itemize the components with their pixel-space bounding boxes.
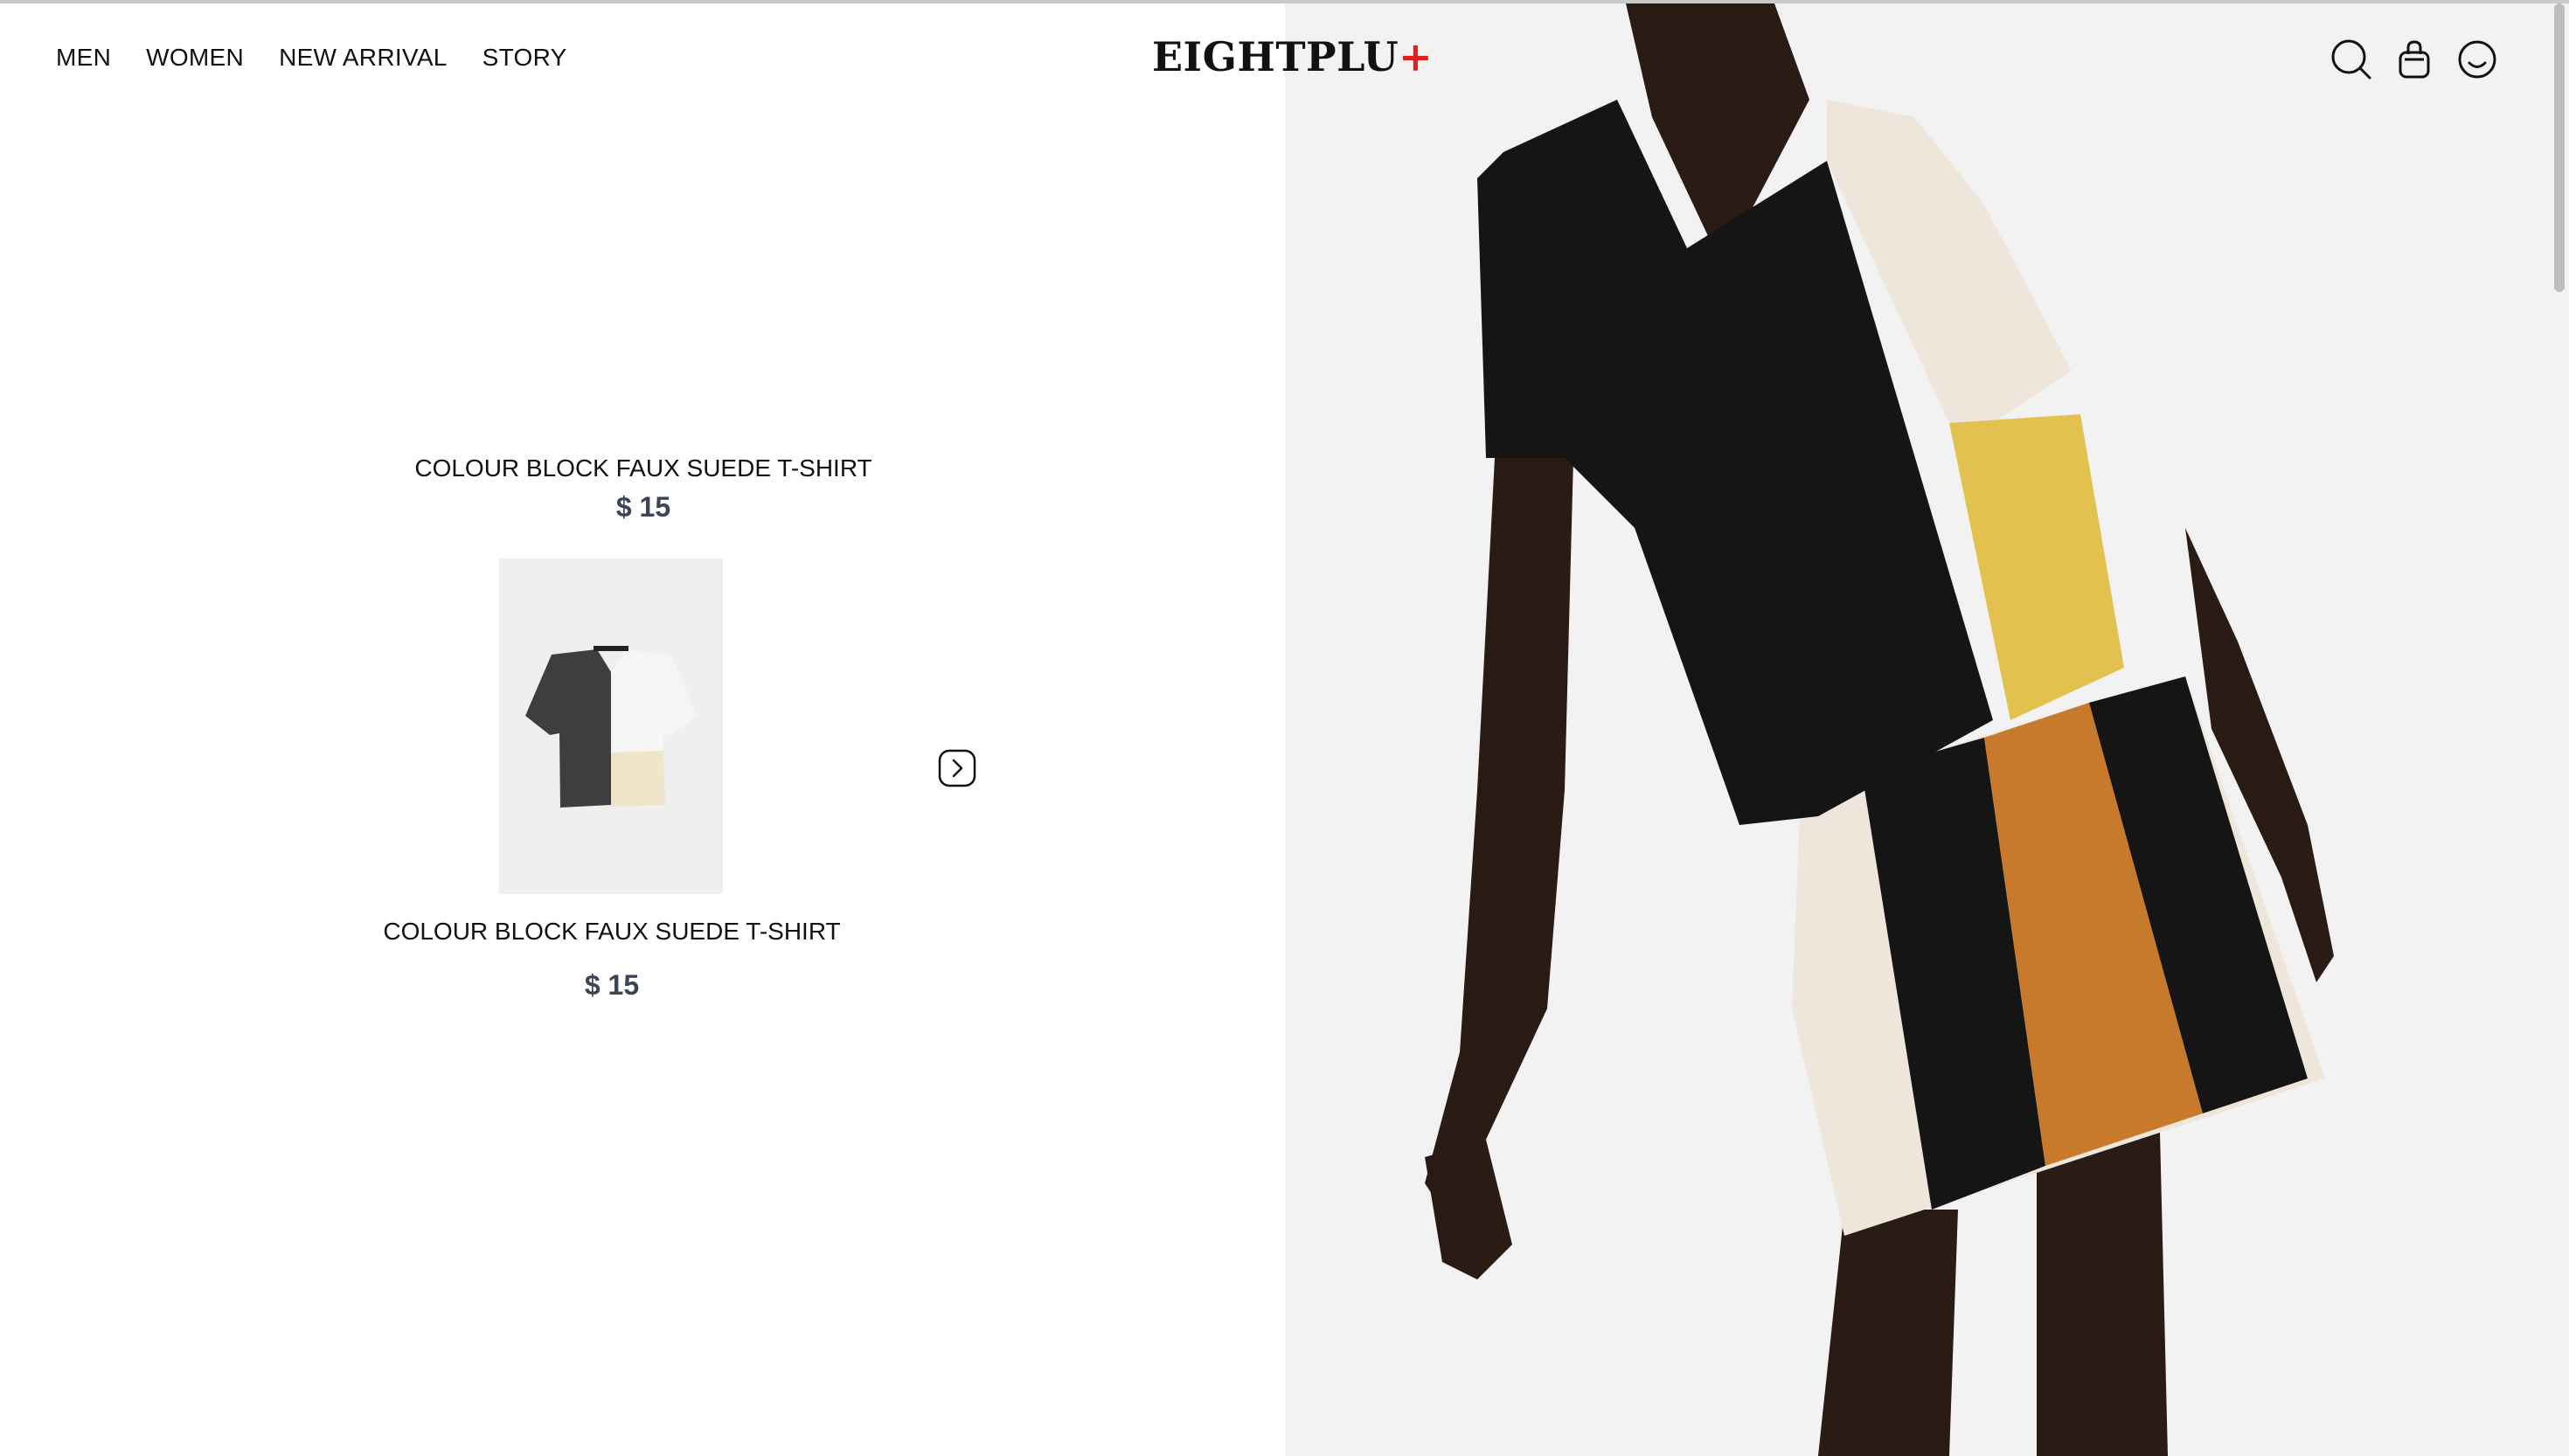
product-price: $ 15 <box>584 969 640 1001</box>
nav-story[interactable]: STORY <box>483 44 567 72</box>
nav-new-arrival[interactable]: NEW ARRIVAL <box>279 44 448 72</box>
account-icon[interactable] <box>2456 38 2498 80</box>
nav-women[interactable]: WOMEN <box>146 44 244 72</box>
nav-men[interactable]: MEN <box>56 44 111 72</box>
brand-name: EIGHTPLU <box>1152 33 1399 80</box>
header-icons <box>2330 38 2498 80</box>
main-nav: MEN WOMEN NEW ARRIVAL STORY <box>56 44 567 72</box>
tshirt-image <box>499 558 723 894</box>
hero-image <box>1285 3 2569 1456</box>
model-photo <box>1285 3 2569 1456</box>
shopping-bag-icon[interactable] <box>2393 38 2435 80</box>
scrollbar[interactable] <box>2554 3 2565 292</box>
search-icon[interactable] <box>2330 38 2372 80</box>
product-name[interactable]: COLOUR BLOCK FAUX SUEDE T-SHIRT <box>350 918 874 946</box>
product-name[interactable]: COLOUR BLOCK FAUX SUEDE T-SHIRT <box>381 454 906 482</box>
brand-logo[interactable]: EIGHTPLU+ <box>1152 33 1433 80</box>
product-price: $ 15 <box>615 491 671 523</box>
chevron-right-icon[interactable] <box>938 749 976 787</box>
brand-plus: + <box>1399 33 1434 80</box>
product-thumbnail[interactable] <box>499 558 723 894</box>
